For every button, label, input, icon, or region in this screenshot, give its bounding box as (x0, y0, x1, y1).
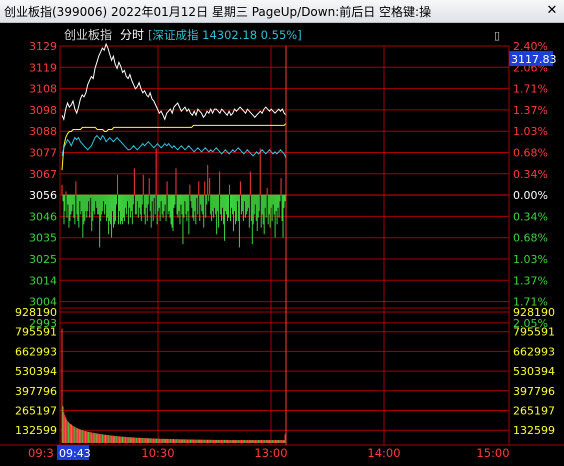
price-tick-label: 3119 (29, 61, 57, 74)
volume-tick-label: 795591 (513, 326, 555, 339)
volume-tick-label: 265197 (15, 405, 57, 418)
panel-toggle-icon[interactable]: ▯ (494, 29, 500, 42)
intraday-chart[interactable]: 创业板指 分时 [深证成指 14302.18 0.55%] ▯ 3129 3119… (0, 22, 564, 466)
time-tick-label: 09:3 (28, 446, 54, 460)
current-price-tag: 3117.83 (511, 53, 557, 66)
percent-tick-label: 1.71% (513, 83, 548, 96)
breadth-bars (61, 148, 286, 248)
price-lines (61, 42, 287, 171)
percent-tick-label: 0.34% (513, 168, 548, 181)
chart-grid (60, 45, 509, 445)
percent-tick-label: 1.37% (513, 274, 548, 287)
volume-tick-label: 397796 (513, 385, 555, 398)
volume-tick-label: 265197 (513, 405, 555, 418)
volume-tick-label: 795591 (15, 326, 57, 339)
volume-tick-label: 928190 (513, 306, 555, 319)
price-line (61, 42, 287, 121)
percent-tick-label: 1.37% (513, 104, 548, 117)
volume-tick-label: 662993 (15, 345, 57, 358)
cursor-time-tag: 09:43 (59, 447, 91, 460)
volume-axis-left: 928190 795591 662993 530394 397796 265197 1325… (15, 306, 57, 437)
window-titlebar: 创业板指(399006) 2022年01月12日 星期三 PageUp/Down… (0, 0, 564, 23)
close-icon[interactable]: ✕ (543, 2, 561, 19)
volume-tick-label: 530394 (513, 365, 555, 378)
price-axis-left: 3129 3119 3108 3098 3088 3077 3067 3056 3046 3035… (29, 40, 57, 330)
time-axis: 09:3 10:30 13:00 14:00 15:00 (28, 446, 510, 460)
price-tick-label: 3035 (29, 232, 57, 245)
plot-border (59, 45, 510, 446)
volume-tick-label: 928190 (15, 306, 57, 319)
percent-tick-label: 0.68% (513, 147, 548, 160)
volume-tick-label: 132599 (15, 424, 57, 437)
volume-tick-label: 662993 (513, 345, 555, 358)
percent-axis-right: 2.40%2.06%1.71%1.37%1.03%0.68%0.34%0.00%… (513, 40, 548, 330)
time-tick-label: 14:00 (367, 446, 400, 460)
price-tick-label: 3014 (29, 274, 57, 287)
price-tick-label: 3025 (29, 253, 57, 266)
volume-axis-right: 928190 795591 662993 530394 397796 265197 1325… (513, 306, 555, 437)
price-tick-label: 3108 (29, 83, 57, 96)
time-tick-label: 10:30 (141, 446, 174, 460)
price-tick-label: 3129 (29, 40, 57, 53)
percent-tick-label: 0.34% (513, 210, 548, 223)
price-tick-label: 3077 (29, 147, 57, 160)
percent-tick-label: 1.03% (513, 125, 548, 138)
percent-tick-label: 0.00% (513, 189, 548, 202)
volume-tick-label: 132599 (513, 424, 555, 437)
price-tick-label: 3088 (29, 125, 57, 138)
price-tick-label: 3098 (29, 104, 57, 117)
compare-index-label: [深证成指 14302.18 0.55%] (148, 28, 302, 42)
volume-bars (61, 328, 286, 443)
price-tick-label: 3046 (29, 210, 57, 223)
volume-tick-label: 397796 (15, 385, 57, 398)
percent-tick-label: 1.03% (513, 253, 548, 266)
price-tick-label: 3056 (29, 189, 57, 202)
compare-line (61, 134, 287, 159)
time-tick-label: 15:00 (476, 446, 509, 460)
mode-label: 分时 (120, 28, 144, 42)
chart-frame (0, 45, 564, 446)
volume-tick-label: 530394 (15, 365, 57, 378)
average-line (61, 123, 287, 171)
price-tick-label: 3067 (29, 168, 57, 181)
index-name-label: 创业板指 (64, 27, 112, 42)
time-tick-label: 13:00 (254, 446, 287, 460)
percent-tick-label: 0.68% (513, 232, 548, 245)
window-title: 创业板指(399006) 2022年01月12日 星期三 PageUp/Down… (4, 5, 432, 19)
